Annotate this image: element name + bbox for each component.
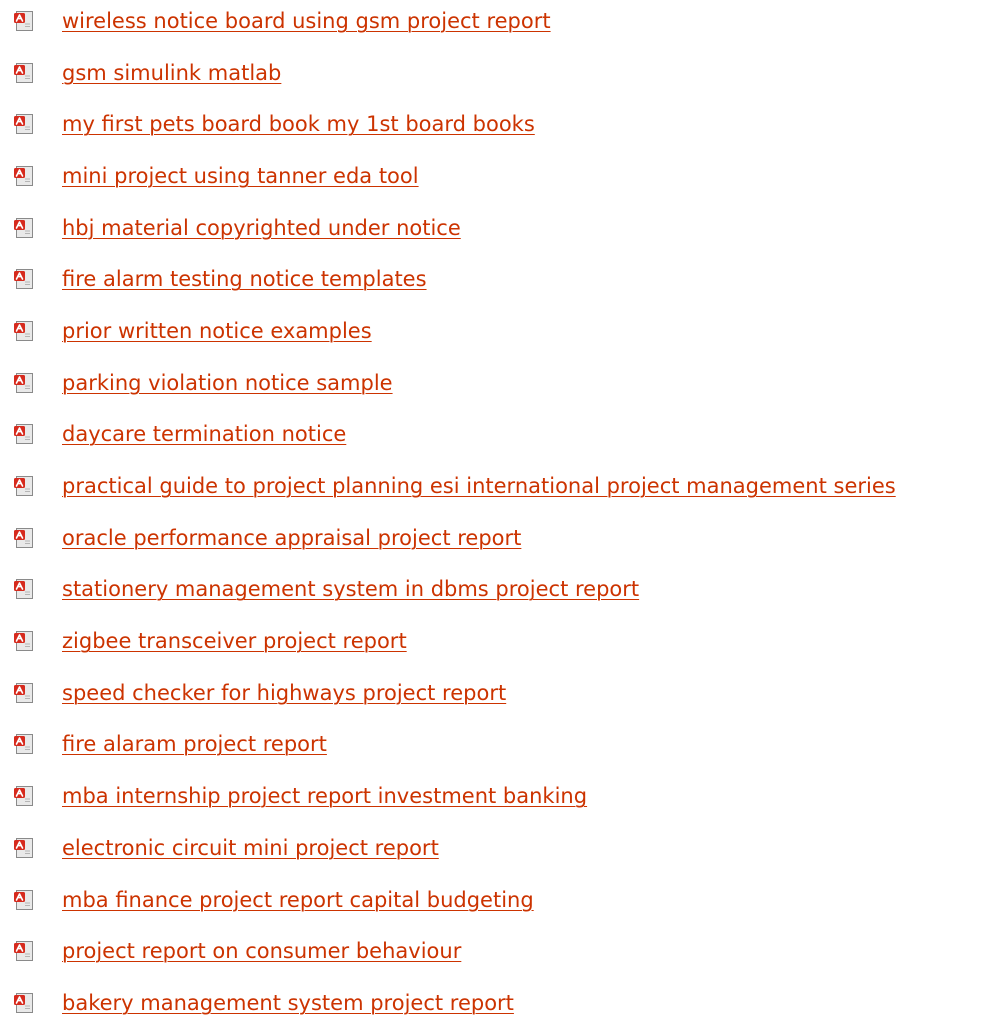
pdf-file-icon [13, 217, 35, 239]
pdf-file-icon [13, 320, 35, 342]
document-link[interactable]: my first pets board book my 1st board bo… [62, 111, 535, 137]
document-link-list: wireless notice board using gsm project … [0, 0, 995, 1029]
list-item: prior written notice examples [0, 305, 995, 357]
pdf-file-icon [13, 682, 35, 704]
document-link[interactable]: gsm simulink matlab [62, 60, 281, 86]
list-item: practical guide to project planning esi … [0, 460, 995, 512]
list-item: speed checker for highways project repor… [0, 667, 995, 719]
document-link[interactable]: prior written notice examples [62, 318, 372, 344]
document-link[interactable]: practical guide to project planning esi … [62, 473, 896, 499]
document-link[interactable]: electronic circuit mini project report [62, 835, 439, 861]
list-item: fire alaram project report [0, 719, 995, 771]
pdf-file-icon [13, 113, 35, 135]
list-item: bakery management system project report [0, 977, 995, 1029]
pdf-file-icon [13, 733, 35, 755]
pdf-file-icon [13, 372, 35, 394]
list-item: daycare termination notice [0, 409, 995, 461]
list-item: my first pets board book my 1st board bo… [0, 98, 995, 150]
list-item: hbj material copyrighted under notice [0, 202, 995, 254]
pdf-file-icon [13, 889, 35, 911]
list-item: mini project using tanner eda tool [0, 150, 995, 202]
pdf-file-icon [13, 837, 35, 859]
list-item: fire alarm testing notice templates [0, 253, 995, 305]
pdf-file-icon [13, 578, 35, 600]
document-link[interactable]: speed checker for highways project repor… [62, 680, 506, 706]
list-item: mba internship project report investment… [0, 770, 995, 822]
list-item: gsm simulink matlab [0, 47, 995, 99]
list-item: wireless notice board using gsm project … [0, 0, 995, 47]
document-link[interactable]: wireless notice board using gsm project … [62, 8, 551, 34]
pdf-file-icon [13, 10, 35, 32]
list-item: zigbee transceiver project report [0, 615, 995, 667]
pdf-file-icon [13, 423, 35, 445]
list-item: project report on consumer behaviour [0, 925, 995, 977]
pdf-file-icon [13, 475, 35, 497]
document-link[interactable]: stationery management system in dbms pro… [62, 576, 639, 602]
document-link[interactable]: mba finance project report capital budge… [62, 887, 534, 913]
pdf-file-icon [13, 630, 35, 652]
document-link[interactable]: fire alarm testing notice templates [62, 266, 427, 292]
document-link[interactable]: project report on consumer behaviour [62, 938, 461, 964]
document-link[interactable]: mini project using tanner eda tool [62, 163, 419, 189]
document-link[interactable]: zigbee transceiver project report [62, 628, 407, 654]
pdf-file-icon [13, 62, 35, 84]
pdf-file-icon [13, 940, 35, 962]
document-link[interactable]: bakery management system project report [62, 990, 514, 1016]
document-link[interactable]: fire alaram project report [62, 731, 327, 757]
pdf-file-icon [13, 785, 35, 807]
pdf-file-icon [13, 165, 35, 187]
document-link[interactable]: oracle performance appraisal project rep… [62, 525, 521, 551]
document-link[interactable]: daycare termination notice [62, 421, 346, 447]
list-item: parking violation notice sample [0, 357, 995, 409]
document-link[interactable]: parking violation notice sample [62, 370, 393, 396]
document-link[interactable]: hbj material copyrighted under notice [62, 215, 461, 241]
list-item: electronic circuit mini project report [0, 822, 995, 874]
list-item: stationery management system in dbms pro… [0, 564, 995, 616]
list-item: oracle performance appraisal project rep… [0, 512, 995, 564]
document-link[interactable]: mba internship project report investment… [62, 783, 587, 809]
list-item: mba finance project report capital budge… [0, 874, 995, 926]
pdf-file-icon [13, 268, 35, 290]
pdf-file-icon [13, 992, 35, 1014]
pdf-file-icon [13, 527, 35, 549]
